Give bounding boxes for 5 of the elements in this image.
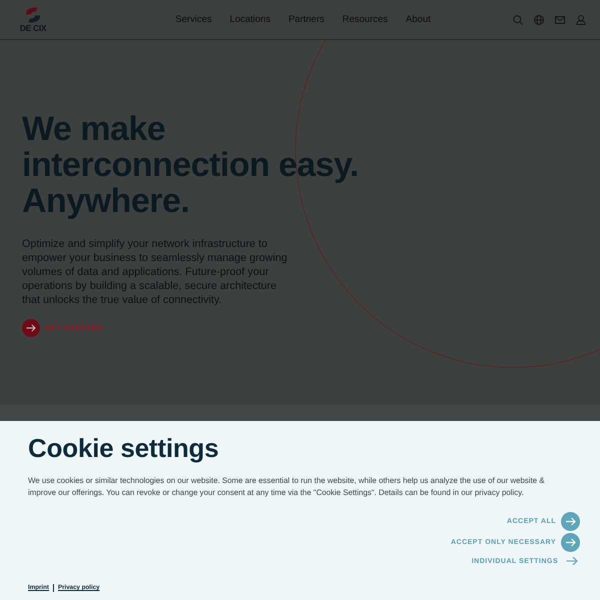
dialog-title: Cookie settings <box>28 433 219 463</box>
search-icon[interactable] <box>513 14 523 24</box>
globe-icon[interactable] <box>534 14 544 24</box>
user-icon[interactable] <box>576 14 586 24</box>
mail-icon[interactable] <box>555 16 565 24</box>
